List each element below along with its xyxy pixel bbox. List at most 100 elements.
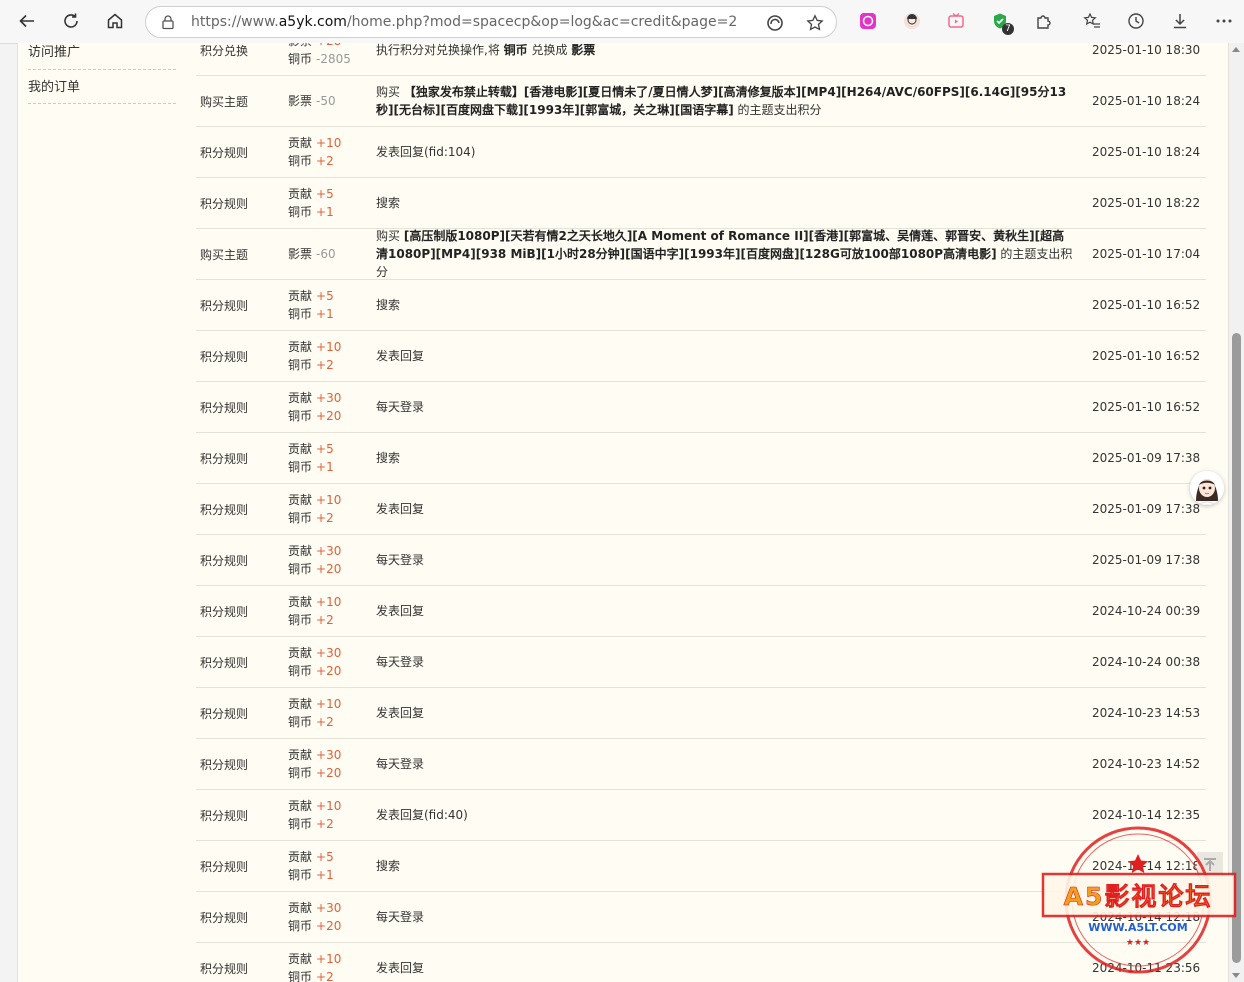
url-text[interactable]: https://www.a5yk.com/home.php?mod=spacec… (191, 14, 737, 30)
change-line: 铜币 +2 (288, 152, 334, 170)
credit-label: 影票 (288, 247, 313, 261)
credit-label: 铜币 (288, 154, 313, 168)
extension-pink-button[interactable] (856, 9, 880, 33)
credit-value: +2 (316, 715, 334, 729)
operation-time: 2025-01-10 17:04 (1092, 247, 1201, 261)
operation-detail: 每天登录 (376, 382, 1076, 432)
operation-type: 积分规则 (200, 451, 249, 466)
credit-value: +10 (316, 136, 342, 150)
scroll-down-arrow-icon[interactable] (1232, 973, 1240, 978)
favorite-button[interactable] (804, 12, 826, 34)
table-row: 积分规则 贡献 +5 铜币 +1 搜索 2025-01-10 18:22 (196, 178, 1206, 229)
sidebar-item-orders[interactable]: 我的订单 (28, 70, 176, 104)
operation-type: 购买主题 (200, 247, 249, 262)
history-icon (1128, 13, 1144, 29)
change-line: 铜币 +1 (288, 305, 334, 323)
table-row: 积分规则 贡献 +5 铜币 +1 搜索 2025-01-09 17:38 (196, 433, 1206, 484)
back-to-top-button[interactable] (1197, 852, 1223, 878)
tv-extension-button[interactable] (944, 9, 968, 33)
operation-time: 2025-01-10 16:52 (1092, 349, 1201, 363)
change-line: 贡献 +30 (288, 644, 341, 662)
credit-value: +2 (316, 154, 334, 168)
operation-type: 购买主题 (200, 94, 249, 109)
change-line: 影票 +28 (288, 43, 341, 50)
change-line: 贡献 +10 (288, 797, 341, 815)
profile-extension-button[interactable] (900, 9, 924, 33)
sidebar: 访问推广 我的订单 (28, 43, 176, 104)
more-dots-icon (1216, 19, 1232, 23)
url-host: a5yk.com (278, 14, 347, 30)
page-content: 访问推广 我的订单 积分兑换影票+28铜币-2805执行积分对兑换操作,将 铜币… (17, 43, 1229, 982)
desc-link[interactable]: [高压制版1080P][天若有情2之天长地久][A Moment of Roma… (376, 229, 1064, 261)
credit-label: 铜币 (288, 511, 313, 525)
credit-change: 贡献 +10 铜币 +2 (288, 586, 368, 636)
credit-value: +10 (316, 952, 342, 966)
credit-change: 贡献 +30 铜币 +20 (288, 535, 368, 585)
credit-value: +30 (316, 391, 342, 405)
table-row: 积分规则 贡献 +10 铜币 +2 发表回复 2025-01-10 16:52 (196, 331, 1206, 382)
extension-badge: 7 (1002, 23, 1014, 35)
change-line: 铜币 +1 (288, 866, 334, 884)
desc-text: 每天登录 (376, 655, 425, 669)
operation-detail: 发表回复 (376, 484, 1076, 534)
credit-label: 贡献 (288, 544, 313, 558)
sidebar-item-promotion[interactable]: 访问推广 (28, 43, 176, 70)
shield-extension-button[interactable]: 7 (988, 9, 1014, 35)
menu-button[interactable] (1212, 9, 1236, 33)
credit-label: 贡献 (288, 289, 313, 303)
read-aloud-button[interactable] (764, 12, 786, 34)
page-scrollbar[interactable] (1229, 43, 1244, 982)
scroll-up-arrow-icon[interactable] (1232, 47, 1240, 52)
credit-label: 铜币 (288, 52, 313, 66)
operation-detail: 每天登录 (376, 535, 1076, 585)
credit-label: 贡献 (288, 697, 313, 711)
credit-label: 铜币 (288, 358, 313, 372)
change-line: 贡献 +5 (288, 848, 334, 866)
scrollbar-thumb[interactable] (1232, 333, 1241, 963)
credit-value: +20 (316, 562, 342, 576)
change-line: 贡献 +10 (288, 491, 341, 509)
desc-text: 发表回复 (376, 349, 425, 363)
reload-button[interactable] (56, 6, 86, 36)
back-button[interactable] (12, 6, 42, 36)
desc-text: 每天登录 (376, 400, 425, 414)
operation-time: 2025-01-10 18:24 (1092, 94, 1201, 108)
credit-change: 贡献 +10 铜币 +2 (288, 484, 368, 534)
operation-detail: 每天登录 (376, 739, 1076, 789)
operation-type: 积分规则 (200, 655, 249, 670)
extensions-button[interactable] (1032, 9, 1056, 33)
home-button[interactable] (100, 6, 130, 36)
desc-link[interactable]: 铜币 (504, 43, 528, 57)
credit-value: +10 (316, 595, 342, 609)
credit-label: 贡献 (288, 442, 313, 456)
address-bar[interactable]: https://www.a5yk.com/home.php?mod=spacec… (145, 6, 837, 38)
tv-icon (948, 13, 964, 28)
downloads-button[interactable] (1168, 9, 1192, 33)
credit-value: +28 (316, 43, 341, 48)
operation-detail: 搜索 (376, 178, 1076, 228)
desc-text: 兑换成 (527, 43, 572, 57)
operation-time: 2025-01-10 18:30 (1092, 43, 1201, 57)
desc-text: 搜索 (376, 196, 401, 210)
credit-value: +20 (316, 766, 342, 780)
operation-time: 2024-10-11 23:56 (1092, 961, 1201, 975)
credit-change: 贡献 +30 铜币 +20 (288, 382, 368, 432)
desc-link[interactable]: 【独家发布禁止转载】[香港电影][夏日情未了/夏日情人梦][高清修复版本][MP… (376, 85, 1066, 117)
history-button[interactable] (1124, 9, 1148, 33)
credit-value: +5 (316, 850, 334, 864)
favorites-button[interactable] (1080, 9, 1104, 33)
operation-detail: 发表回复 (376, 688, 1076, 738)
operation-type: 积分兑换 (200, 43, 249, 58)
desc-text: 发表回复 (376, 604, 425, 618)
change-line: 贡献 +30 (288, 899, 341, 917)
operation-time: 2024-10-23 14:52 (1092, 757, 1201, 771)
operation-detail: 发表回复 (376, 586, 1076, 636)
desc-text: 搜索 (376, 451, 401, 465)
operation-type: 积分规则 (200, 859, 249, 874)
operation-type: 积分规则 (200, 145, 249, 160)
assistant-avatar-button[interactable] (1190, 471, 1224, 505)
table-row: 积分规则 贡献 +30 铜币 +20 每天登录 2024-10-24 00:38 (196, 637, 1206, 688)
operation-type: 积分规则 (200, 298, 249, 313)
credit-label: 贡献 (288, 391, 313, 405)
desc-text: 每天登录 (376, 910, 425, 924)
